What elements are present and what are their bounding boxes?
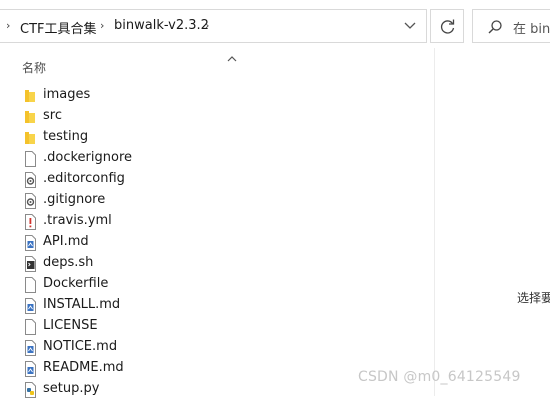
watermark: CSDN @m0_64125549 <box>358 369 521 385</box>
column-header-name[interactable]: 名称 <box>22 59 46 76</box>
blank-file-icon <box>22 318 38 336</box>
breadcrumb-chevron-icon[interactable]: › <box>205 19 209 32</box>
file-name: Dockerfile <box>43 276 109 291</box>
blank-file-icon <box>22 150 38 168</box>
markdown-file-icon <box>22 297 38 315</box>
refresh-icon <box>440 19 455 34</box>
search-placeholder: 在 binv <box>513 22 550 37</box>
markdown-file-icon <box>22 234 38 252</box>
file-name: API.md <box>43 234 89 249</box>
file-name: deps.sh <box>43 255 94 270</box>
file-row[interactable]: .dockerignore <box>22 149 422 170</box>
address-bar[interactable]: › CTF工具合集 › binwalk-v2.3.2 › <box>0 9 427 43</box>
file-row[interactable]: API.md <box>22 233 422 254</box>
file-name: .editorconfig <box>43 171 125 186</box>
file-name: setup.py <box>43 381 100 396</box>
file-row[interactable]: .editorconfig <box>22 170 422 191</box>
file-name: INSTALL.md <box>43 297 121 312</box>
pane-divider[interactable] <box>434 48 435 396</box>
column-header-row: 名称 <box>0 48 434 84</box>
file-name: src <box>43 108 62 123</box>
python-file-icon <box>22 381 38 399</box>
file-row[interactable]: LICENSE <box>22 317 422 338</box>
folder-icon <box>22 129 38 147</box>
file-row[interactable]: deps.sh <box>22 254 422 275</box>
file-row[interactable]: Dockerfile <box>22 275 422 296</box>
file-row[interactable]: images <box>22 86 422 107</box>
file-name: NOTICE.md <box>43 339 118 354</box>
search-box[interactable]: 在 binv <box>472 9 550 43</box>
file-row[interactable]: .travis.yml <box>22 212 422 233</box>
file-row[interactable]: testing <box>22 128 422 149</box>
file-name: testing <box>43 129 89 144</box>
file-name: images <box>43 87 91 102</box>
file-name: README.md <box>43 360 124 375</box>
file-name: .gitignore <box>43 192 106 207</box>
file-row[interactable]: src <box>22 107 422 128</box>
file-name: .dockerignore <box>43 150 133 165</box>
breadcrumb-item[interactable]: CTF工具合集 <box>20 18 97 37</box>
markdown-file-icon <box>22 360 38 378</box>
shell-script-icon <box>22 255 38 273</box>
file-row[interactable]: .gitignore <box>22 191 422 212</box>
preview-pane-hint: 选择要 <box>517 291 550 305</box>
config-file-icon <box>22 171 38 189</box>
markdown-file-icon <box>22 339 38 357</box>
navigation-bar: › CTF工具合集 › binwalk-v2.3.2 › 在 binv <box>0 0 550 48</box>
refresh-button[interactable] <box>430 9 464 43</box>
file-row[interactable]: NOTICE.md <box>22 338 422 359</box>
file-name: .travis.yml <box>43 213 112 228</box>
folder-icon <box>22 108 38 126</box>
blank-file-icon <box>22 276 38 294</box>
config-file-icon <box>22 192 38 210</box>
search-icon <box>488 20 502 34</box>
breadcrumb-chevron-icon[interactable]: › <box>6 19 10 32</box>
breadcrumb-chevron-icon[interactable]: › <box>100 19 104 32</box>
address-dropdown-icon[interactable] <box>402 16 418 34</box>
yml-file-icon <box>22 213 38 231</box>
sort-ascending-icon <box>226 48 238 67</box>
file-row[interactable]: INSTALL.md <box>22 296 422 317</box>
file-name: LICENSE <box>43 318 98 333</box>
breadcrumb-item-current[interactable]: binwalk-v2.3.2 <box>114 18 209 33</box>
folder-icon <box>22 87 38 105</box>
